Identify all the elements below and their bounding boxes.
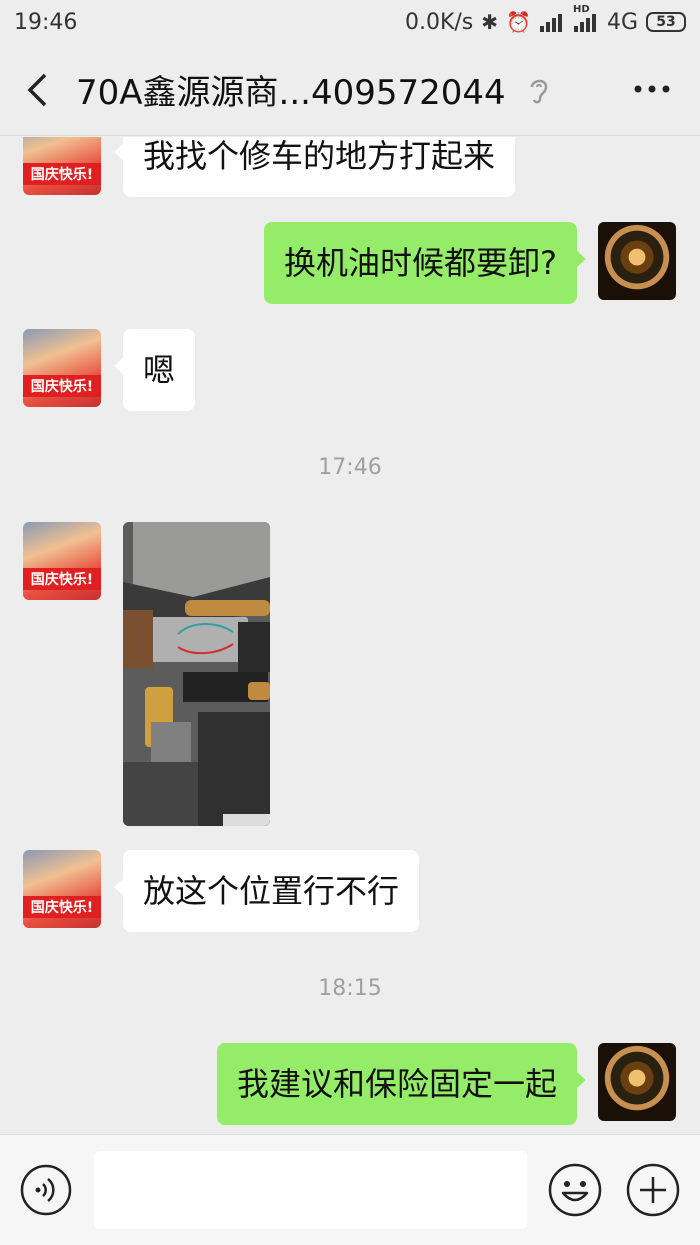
voice-input-icon[interactable] (20, 1164, 72, 1216)
contact-avatar[interactable]: 国庆快乐! (23, 522, 101, 600)
engine-photo (123, 522, 270, 826)
plus-icon[interactable] (626, 1163, 680, 1217)
signal-icon-2 (573, 14, 596, 32)
back-arrow-icon[interactable] (18, 70, 58, 110)
message-bubble-received[interactable]: 我找个修车的地方打起来 (113, 137, 516, 197)
emoji-icon[interactable] (548, 1163, 602, 1217)
avatar-badge: 国庆快乐! (23, 375, 101, 397)
message-bubble-received[interactable]: 嗯 (113, 329, 196, 411)
net-speed: 0.0K/s (404, 9, 474, 35)
message-bubble-sent[interactable]: 我建议和保险固定一起 (216, 1043, 587, 1125)
bluetooth-icon: ✱ (481, 10, 499, 34)
more-options-icon[interactable] (632, 74, 672, 104)
signal-icon (539, 14, 562, 32)
contact-avatar[interactable]: 国庆快乐! (23, 329, 101, 407)
contact-avatar[interactable]: 国庆快乐! (23, 137, 101, 195)
message-image[interactable] (123, 522, 270, 826)
message-text: 嗯 (143, 351, 176, 389)
timestamp: 18:15 (318, 976, 382, 1001)
contact-avatar[interactable]: 国庆快乐! (23, 850, 101, 928)
hd-label: HD (572, 4, 590, 15)
avatar-badge: 国庆快乐! (23, 896, 101, 918)
network-type: 4G (606, 9, 638, 35)
self-avatar[interactable] (598, 222, 676, 300)
input-bar (0, 1134, 700, 1245)
message-text: 我建议和保险固定一起 (236, 1065, 557, 1103)
message-input[interactable] (94, 1151, 527, 1229)
message-text: 我找个修车的地方打起来 (143, 137, 496, 175)
status-indicators: 0.0K/s ✱ ⏰ HD 4G 53 (404, 4, 686, 35)
ear-icon (524, 73, 554, 107)
message-bubble-sent[interactable]: 换机油时候都要卸? (264, 222, 586, 304)
message-bubble-received[interactable]: 放这个位置行不行 (113, 850, 420, 932)
timestamp: 17:46 (318, 455, 382, 480)
battery-level: 53 (656, 14, 676, 30)
self-avatar[interactable] (598, 1043, 676, 1121)
status-bar: 19:46 0.0K/s ✱ ⏰ HD 4G 53 (0, 0, 700, 44)
message-list[interactable]: 国庆快乐! 我找个修车的地方打起来 换机油时候都要卸? 国庆快乐! 嗯 17:4… (0, 137, 700, 1133)
battery-icon: 53 (646, 12, 686, 32)
avatar-badge: 国庆快乐! (23, 163, 101, 185)
chat-header: 70A鑫源源商...409572044 (0, 44, 700, 136)
message-text: 放这个位置行不行 (143, 872, 400, 910)
message-text: 换机油时候都要卸? (284, 244, 557, 282)
chat-title: 70A鑫源源商...409572044 (76, 73, 506, 113)
avatar-badge: 国庆快乐! (23, 568, 101, 590)
status-time: 19:46 (14, 9, 78, 35)
alarm-icon: ⏰ (506, 10, 531, 34)
